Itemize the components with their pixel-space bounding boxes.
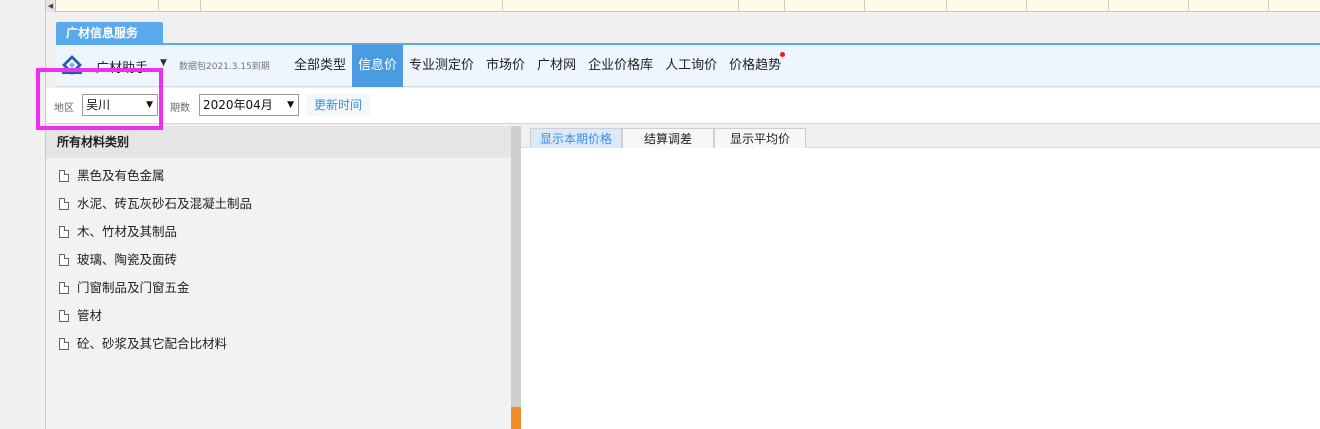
update-time-button[interactable]: 更新时间: [306, 94, 370, 116]
category-header: 所有材料类别: [46, 126, 511, 158]
app-name[interactable]: 广材助手: [96, 57, 148, 76]
package-expiry-info: 数据包2021.3.15到期: [179, 62, 270, 72]
nav-tab-all-types[interactable]: 全部类型: [288, 45, 352, 87]
region-select[interactable]: 吴川 ▼: [82, 94, 158, 116]
app-menu-chevron-down-icon[interactable]: ▼: [160, 58, 167, 68]
period-select[interactable]: 2020年04月 ▼: [199, 94, 299, 116]
panel-splitter[interactable]: [511, 126, 521, 429]
nav-tab-professional-price[interactable]: 专业测定价: [403, 45, 480, 87]
document-icon: [59, 226, 69, 238]
nav-tab-price-trend[interactable]: 价格趋势: [723, 45, 787, 87]
category-item[interactable]: 管材: [46, 302, 511, 330]
category-item[interactable]: 门窗制品及门窗五金: [46, 274, 511, 302]
price-tabs: 显示本期价格 结算调差 显示平均价: [521, 126, 1320, 148]
tab-settlement-adjust[interactable]: 结算调差: [622, 128, 714, 148]
tab-average-price[interactable]: 显示平均价: [714, 128, 806, 148]
filter-row: 地区 吴川 ▼ 期数 2020年04月 ▼ 更新时间: [46, 88, 1320, 124]
document-icon: [59, 338, 69, 350]
notification-dot-icon: [780, 52, 786, 57]
document-icon: [59, 310, 69, 322]
nav-tab-info-price[interactable]: 信息价: [352, 45, 404, 87]
app-logo-icon: [62, 55, 82, 75]
category-item[interactable]: 砼、砂浆及其它配合比材料: [46, 330, 511, 358]
nav-tabs: 全部类型 信息价 专业测定价 市场价 广材网 企业价格库 人工询价 价格趋势: [288, 45, 787, 87]
category-item[interactable]: 玻璃、陶瓷及面砖: [46, 246, 511, 274]
document-icon: [59, 170, 69, 182]
app-window: ◀ 广材信息服务 广材助手 ▼ 数据包2021.3.15到期 全部类型 信息价 …: [0, 0, 1320, 429]
period-label: 期数: [170, 103, 190, 114]
category-item[interactable]: 水泥、砖瓦灰砂石及混凝土制品: [46, 190, 511, 218]
sheet-top-strip: ◀: [46, 0, 1320, 12]
left-gutter: [0, 0, 46, 429]
document-icon: [59, 282, 69, 294]
nav-bar: 广材助手 ▼ 数据包2021.3.15到期 全部类型 信息价 专业测定价 市场价…: [56, 45, 1320, 87]
category-item[interactable]: 木、竹材及其制品: [46, 218, 511, 246]
region-chevron-down-icon: ▼: [146, 100, 153, 110]
service-tab[interactable]: 广材信息服务: [56, 22, 163, 44]
nav-tab-market-price[interactable]: 市场价: [480, 45, 531, 87]
tab-current-price[interactable]: 显示本期价格: [530, 128, 622, 148]
document-icon: [59, 254, 69, 266]
nav-tab-enterprise-library[interactable]: 企业价格库: [582, 45, 659, 87]
category-panel: 所有材料类别 黑色及有色金属 水泥、砖瓦灰砂石及混凝土制品 木、竹材及其制品 玻…: [46, 126, 511, 429]
document-icon: [59, 198, 69, 210]
nav-tab-guangcai-web[interactable]: 广材网: [531, 45, 582, 87]
price-panel: 显示本期价格 结算调差 显示平均价: [521, 126, 1320, 429]
nav-tab-manual-inquiry[interactable]: 人工询价: [659, 45, 723, 87]
period-chevron-down-icon: ▼: [287, 100, 294, 110]
scroll-left-arrow-icon[interactable]: ◀: [46, 0, 56, 12]
category-item[interactable]: 黑色及有色金属: [46, 162, 511, 190]
region-label: 地区: [54, 103, 74, 114]
splitter-marker: [511, 407, 521, 429]
category-list: 黑色及有色金属 水泥、砖瓦灰砂石及混凝土制品 木、竹材及其制品 玻璃、陶瓷及面砖…: [46, 158, 511, 358]
